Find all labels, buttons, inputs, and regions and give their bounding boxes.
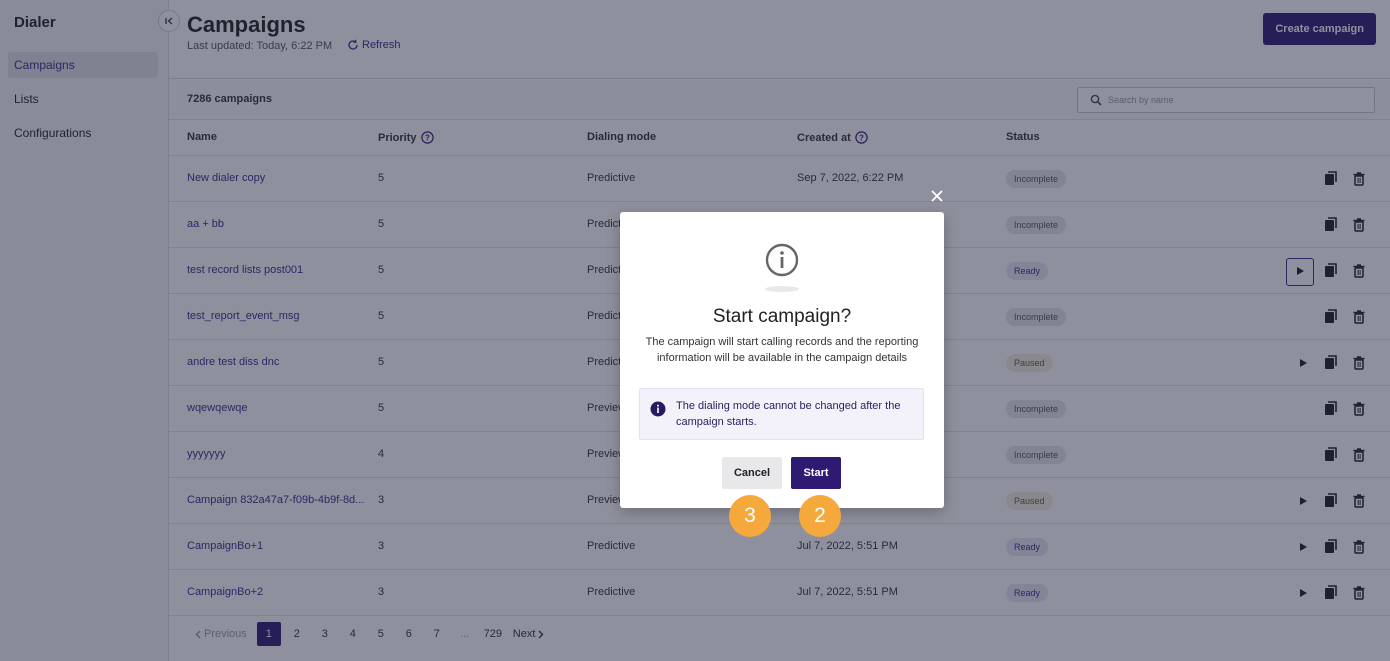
dialog-title: Start campaign? (712, 306, 852, 327)
dialog-message: The campaign will start calling records … (645, 336, 919, 364)
info-icon (765, 243, 799, 277)
start-button[interactable]: Start (791, 457, 841, 489)
alert-message: The dialing mode cannot be changed after… (676, 400, 901, 428)
close-modal-button[interactable] (926, 185, 948, 207)
info-alert: The dialing mode cannot be changed after… (639, 388, 924, 440)
cancel-button[interactable]: Cancel (722, 457, 782, 489)
step-marker-cancel: 3 (729, 495, 771, 537)
info-filled-icon (650, 401, 666, 417)
step-marker-start: 2 (799, 495, 841, 537)
close-icon (931, 190, 943, 202)
icon-shadow (765, 286, 799, 292)
start-campaign-dialog: Start campaign? The campaign will start … (620, 212, 944, 508)
